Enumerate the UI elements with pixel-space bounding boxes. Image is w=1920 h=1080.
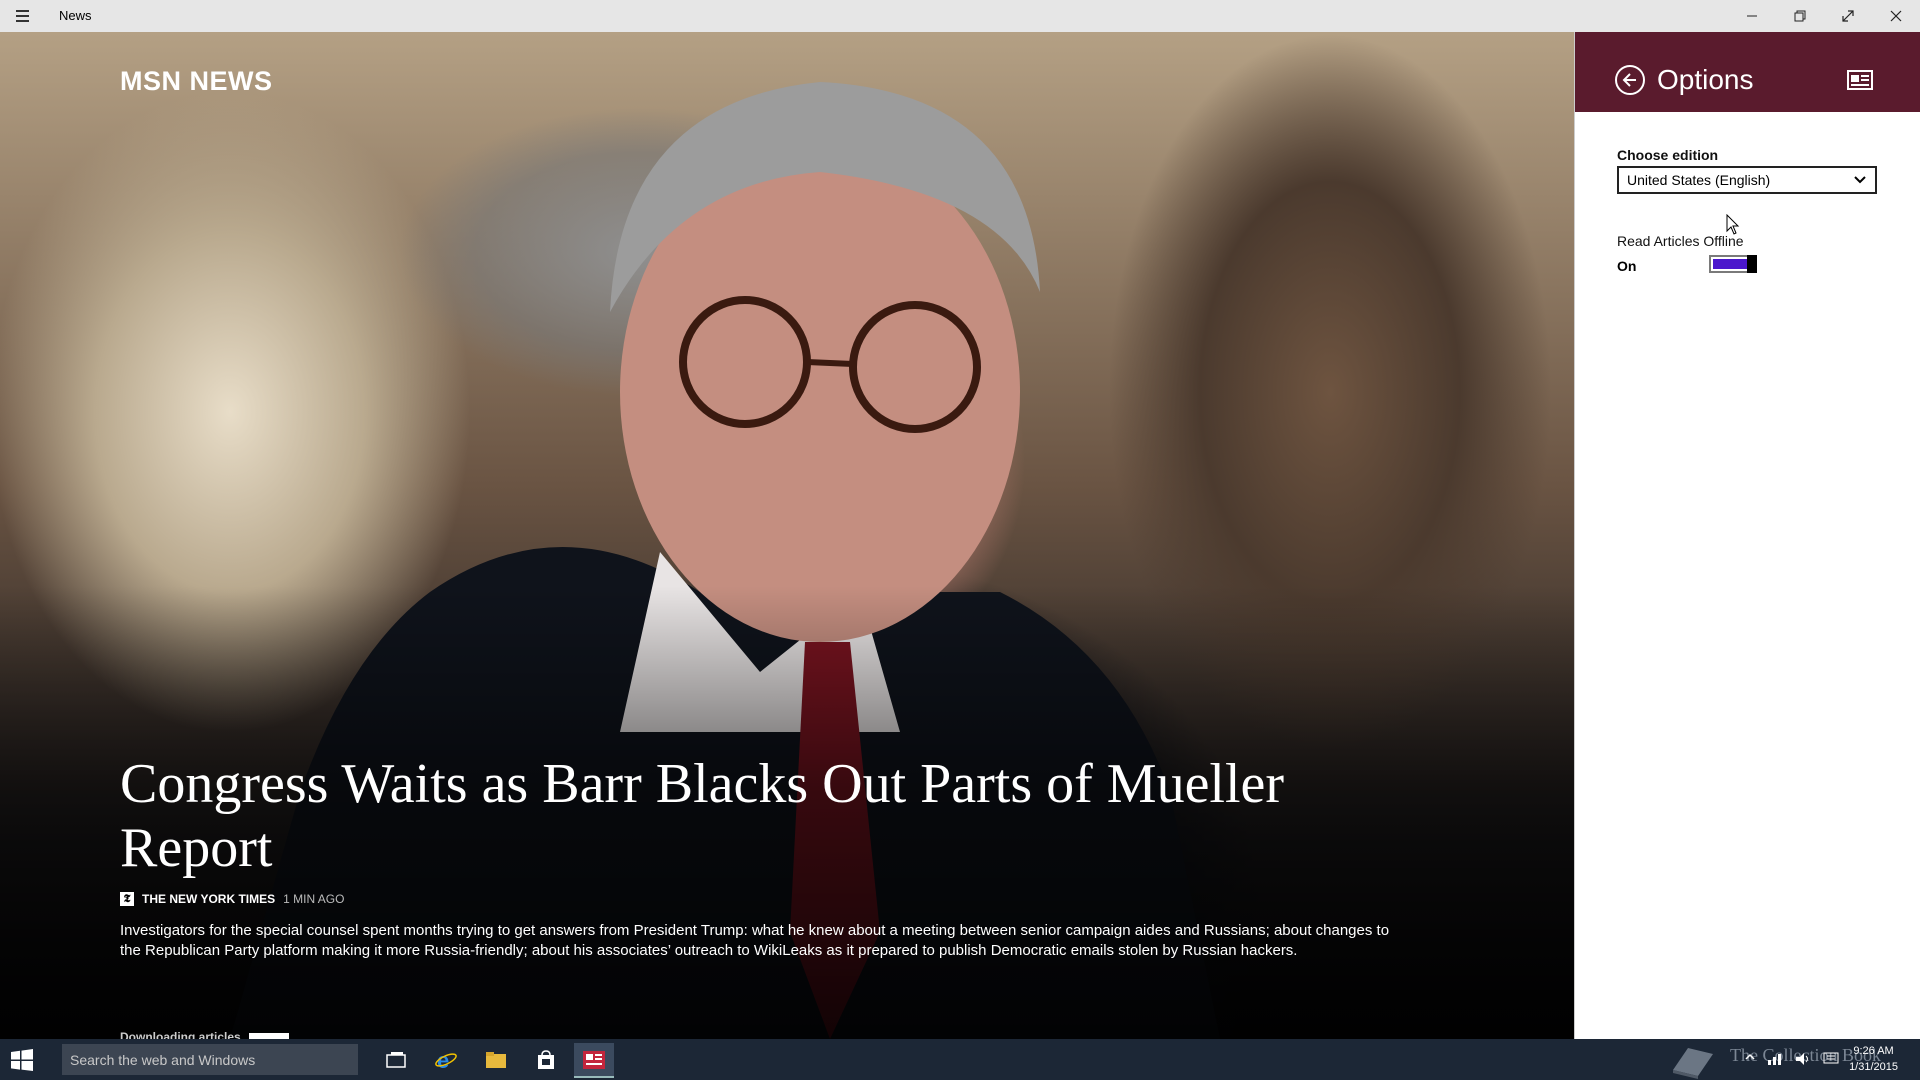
download-status: Downloading articles [120, 1030, 289, 1039]
options-panel: Options Choose edition United States (En… [1574, 32, 1920, 1039]
clock[interactable]: 9:26 AM 1/31/2015 [1849, 1043, 1898, 1075]
news-app-taskbar-icon[interactable] [574, 1043, 614, 1078]
options-header: Options [1575, 32, 1920, 112]
volume-icon[interactable] [1795, 1052, 1811, 1066]
offline-toggle[interactable] [1709, 255, 1757, 273]
toggle-thumb[interactable] [1747, 255, 1757, 273]
window-title: News [59, 8, 92, 23]
nyt-icon: 𝕿 [120, 892, 134, 906]
search-placeholder: Search the web and Windows [70, 1051, 256, 1068]
network-icon[interactable] [1767, 1052, 1783, 1066]
download-label: Downloading articles [120, 1030, 241, 1039]
article-summary: Investigators for the special counsel sp… [120, 922, 1390, 959]
article-meta: 𝕿 THE NEW YORK TIMES 1 MIN AGO [120, 892, 344, 906]
toggle-fill [1713, 259, 1747, 269]
internet-explorer-icon[interactable]: e [426, 1043, 466, 1076]
clock-time: 9:26 AM [1853, 1045, 1894, 1057]
news-app-icon [1847, 70, 1873, 90]
fullscreen-icon[interactable] [1824, 0, 1872, 32]
msn-news-logo[interactable]: MSN NEWS [120, 66, 273, 97]
back-arrow-icon[interactable] [1615, 65, 1645, 95]
restore-icon[interactable] [1776, 0, 1824, 32]
mouse-cursor-icon [1726, 214, 1740, 235]
title-bar: News [0, 0, 1920, 32]
article-headline[interactable]: Congress Waits as Barr Blacks Out Parts … [120, 752, 1420, 880]
file-explorer-icon[interactable] [476, 1043, 516, 1076]
article-source: THE NEW YORK TIMES [142, 892, 276, 906]
hero-article[interactable]: MSN NEWS Congress Waits as Barr Blacks O… [0, 32, 1574, 1039]
store-icon[interactable] [526, 1043, 566, 1076]
edition-select[interactable]: United States (English) [1617, 166, 1877, 194]
offline-toggle-state: On [1617, 258, 1637, 274]
tray-chevron-up-icon[interactable] [1745, 1052, 1755, 1062]
chevron-down-icon [1854, 176, 1866, 184]
close-icon[interactable] [1872, 0, 1920, 32]
article-time: 1 MIN AGO [283, 892, 345, 906]
task-view-icon[interactable] [376, 1043, 416, 1076]
windows-start-icon[interactable] [10, 1048, 34, 1072]
hero-gradient-overlay [0, 32, 1574, 1039]
hamburger-menu-icon[interactable] [12, 6, 34, 26]
edition-label: Choose edition [1617, 147, 1719, 163]
taskbar: Search the web and Windows e The Collect… [0, 1039, 1920, 1080]
minimize-icon[interactable] [1728, 0, 1776, 32]
system-tray [1745, 1052, 1839, 1066]
taskbar-search-box[interactable]: Search the web and Windows [62, 1044, 358, 1075]
book-logo-icon [1673, 1048, 1713, 1079]
offline-label: Read Articles Offline [1617, 233, 1744, 249]
options-title: Options [1657, 64, 1754, 95]
clock-date: 1/31/2015 [1849, 1061, 1898, 1073]
action-center-icon[interactable] [1823, 1052, 1839, 1066]
edition-value: United States (English) [1627, 172, 1771, 188]
